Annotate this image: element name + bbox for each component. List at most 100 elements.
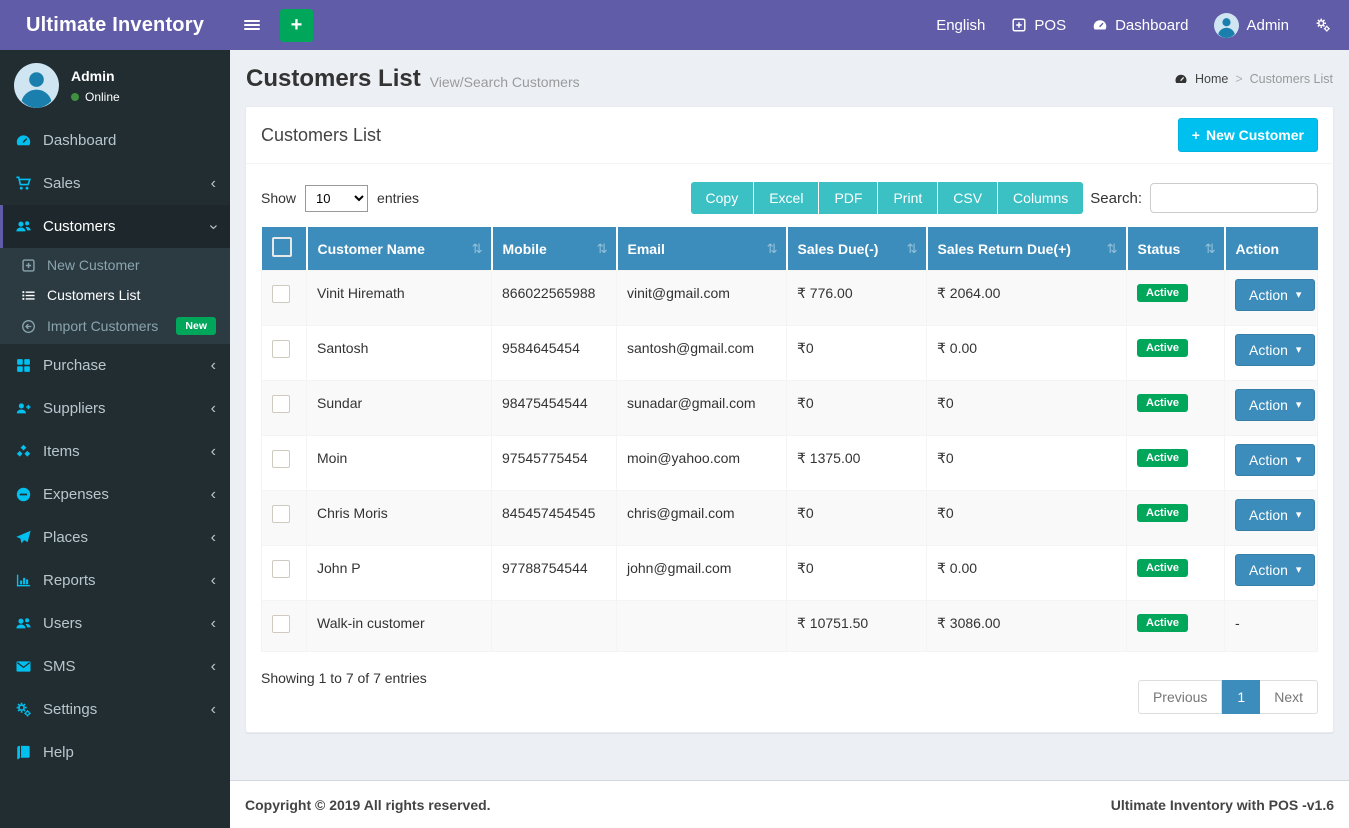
next-page-button[interactable]: Next (1260, 680, 1318, 714)
select-all-checkbox[interactable] (271, 237, 292, 257)
search-control: Search: (1090, 183, 1318, 213)
row-checkbox[interactable] (272, 615, 290, 633)
sort-icon: ⇅ (596, 240, 608, 256)
gears-icon (15, 701, 32, 718)
sidebar-item-users[interactable]: Users ‹ (0, 602, 230, 645)
page-title: Customers List (246, 65, 421, 92)
sort-icon: ⇅ (906, 240, 918, 256)
minus-circle-icon (15, 486, 32, 503)
sidebar-item-settings[interactable]: Settings ‹ (0, 688, 230, 731)
caret-down-icon: ▾ (1295, 343, 1302, 356)
cell-customer-name: Moin (306, 435, 492, 491)
columns-button[interactable]: Columns (997, 182, 1084, 214)
nav-settings[interactable] (1302, 0, 1349, 50)
breadcrumb-home[interactable]: Home (1195, 72, 1228, 86)
column-sales-due[interactable]: Sales Due(-) ⇅ (785, 227, 927, 271)
sidebar-item-purchase[interactable]: Purchase ‹ (0, 344, 230, 387)
gears-icon (1315, 17, 1331, 33)
nav-pos[interactable]: POS (998, 0, 1079, 50)
action-button[interactable]: Action ▾ (1235, 279, 1316, 311)
page-1-button[interactable]: 1 (1222, 680, 1261, 714)
chevron-left-icon: ‹ (210, 700, 216, 718)
sidebar-toggle-button[interactable] (230, 0, 274, 50)
row-checkbox[interactable] (272, 450, 290, 468)
sidebar-item-expenses[interactable]: Expenses ‹ (0, 473, 230, 516)
row-checkbox[interactable] (272, 340, 290, 358)
pdf-button[interactable]: PDF (818, 182, 878, 214)
cell-customer-name: Santosh (306, 325, 492, 381)
sidebar-item-places[interactable]: Places ‹ (0, 516, 230, 559)
row-checkbox[interactable] (272, 395, 290, 413)
sort-icon: ⇅ (1204, 240, 1216, 256)
user-avatar (1214, 12, 1240, 38)
status-badge: Active (1137, 394, 1189, 412)
action-button[interactable]: Action ▾ (1235, 444, 1316, 476)
column-email[interactable]: Email ⇅ (615, 227, 787, 271)
copy-button[interactable]: Copy (690, 182, 754, 214)
sidebar-item-help[interactable]: Help (0, 731, 230, 774)
row-checkbox[interactable] (272, 285, 290, 303)
sidebar: Ultimate Inventory Admin Online Dashboar… (0, 0, 230, 828)
nav-user-menu[interactable]: Admin (1201, 0, 1302, 50)
cell-sales-due: ₹ 1375.00 (786, 435, 927, 491)
sidebar-menu: Dashboard Sales ‹ Customers ‹ New Custom… (0, 119, 230, 828)
search-input[interactable] (1150, 183, 1318, 213)
sidebar-item-sms[interactable]: SMS ‹ (0, 645, 230, 688)
action-button[interactable]: Action ▾ (1235, 389, 1316, 421)
column-status[interactable]: Status ⇅ (1125, 227, 1225, 271)
sidebar-item-items[interactable]: Items ‹ (0, 430, 230, 473)
cell-sales-return-due: ₹ 3086.00 (926, 600, 1127, 652)
column-customer-name[interactable]: Customer Name ⇅ (305, 227, 492, 271)
sidebar-item-reports[interactable]: Reports ‹ (0, 559, 230, 602)
action-button[interactable]: Action ▾ (1235, 554, 1316, 586)
arrow-circle-left-icon (21, 319, 36, 334)
brand-logo[interactable]: Ultimate Inventory (0, 0, 230, 50)
cell-email: sunadar@gmail.com (616, 380, 787, 436)
chevron-left-icon: ‹ (210, 528, 216, 546)
chevron-left-icon: ‹ (210, 356, 216, 374)
sidebar-item-suppliers[interactable]: Suppliers ‹ (0, 387, 230, 430)
sidebar-subitem-customers-list[interactable]: Customers List (0, 280, 230, 310)
cell-sales-due: ₹0 (786, 325, 927, 381)
sidebar-subitem-new-customer[interactable]: New Customer (0, 250, 230, 280)
cell-mobile: 97788754544 (491, 545, 617, 601)
user-name: Admin (71, 67, 115, 84)
chevron-left-icon: ‹ (210, 657, 216, 675)
action-button[interactable]: Action ▾ (1235, 499, 1316, 531)
previous-page-button[interactable]: Previous (1137, 680, 1223, 714)
page-length-select[interactable]: 10 (305, 184, 369, 212)
sidebar-item-dashboard[interactable]: Dashboard (0, 119, 230, 162)
row-checkbox[interactable] (272, 505, 290, 523)
status-badge: Active (1137, 449, 1189, 467)
select-all-header[interactable] (261, 227, 307, 271)
nav-language[interactable]: English (923, 0, 998, 50)
status-badge: Active (1137, 339, 1189, 357)
column-mobile[interactable]: Mobile ⇅ (490, 227, 617, 271)
content-header: Customers List View/Search Customers Hom… (246, 65, 1333, 93)
cart-icon (15, 175, 32, 192)
table-toolbar: Show 10 entries Copy Excel PDF Print CSV (261, 182, 1318, 214)
sidebar-item-sales[interactable]: Sales ‹ (0, 162, 230, 205)
search-label: Search: (1090, 189, 1142, 207)
user-panel: Admin Online (0, 50, 230, 119)
row-checkbox[interactable] (272, 560, 290, 578)
table-row: Vinit Hiremath 866022565988 vinit@gmail.… (261, 270, 1318, 326)
status-badge: Active (1137, 284, 1189, 302)
sidebar-item-customers[interactable]: Customers ‹ (0, 205, 230, 248)
nav-dashboard[interactable]: Dashboard (1079, 0, 1201, 50)
excel-button[interactable]: Excel (753, 182, 819, 214)
action-button[interactable]: Action ▾ (1235, 334, 1316, 366)
plus-square-icon (21, 258, 36, 273)
csv-button[interactable]: CSV (937, 182, 998, 214)
print-button[interactable]: Print (877, 182, 938, 214)
cell-sales-due: ₹0 (786, 490, 927, 546)
new-customer-button[interactable]: + New Customer (1177, 118, 1318, 152)
chevron-left-icon: ‹ (210, 571, 216, 589)
main-area: + English POS Dashboard Admin Customers … (230, 0, 1349, 828)
column-sales-return-due[interactable]: Sales Return Due(+) ⇅ (925, 227, 1127, 271)
quick-add-button[interactable]: + (280, 8, 313, 42)
chevron-left-icon: ‹ (210, 485, 216, 503)
user-avatar (14, 63, 59, 108)
sidebar-subitem-import-customers[interactable]: Import Customers New (0, 310, 230, 342)
users-group-icon (15, 218, 32, 235)
